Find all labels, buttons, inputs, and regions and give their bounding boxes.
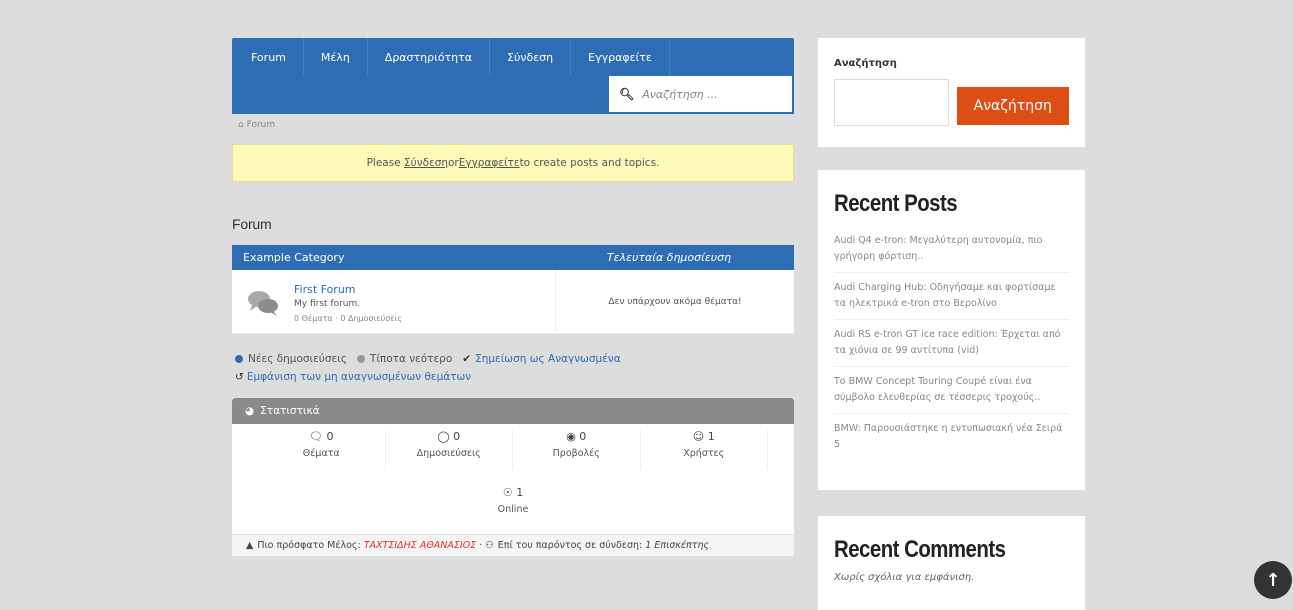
notice-text: to create posts and topics. [519, 157, 660, 169]
stat-value: 0 [453, 430, 461, 443]
nav-item-login[interactable]: Σύνδεση [490, 38, 572, 76]
users-icon: ☺ [692, 430, 705, 443]
forum-main: Forum Μέλη Δραστηριότητα Σύνδεση Εγγραφε… [232, 38, 794, 556]
history-icon: ↺ [235, 371, 244, 383]
breadcrumb: ⌂ Forum [232, 120, 794, 130]
recent-post-link[interactable]: Audi Q4 e-tron: Μεγαλύτερη αυτονομία, πι… [834, 226, 1069, 273]
scroll-to-top-button[interactable]: ↑ [1254, 561, 1292, 599]
topics-icon: 🗨︎ [309, 430, 323, 443]
legend-new-posts: Νέες δημοσιεύσεις [248, 353, 347, 365]
sidebar-search-widget: Αναζήτηση Αναζήτηση [818, 38, 1085, 147]
sidebar-search-button[interactable]: Αναζήτηση [956, 87, 1069, 125]
category-name[interactable]: Example Category [243, 251, 344, 264]
stat-value: 1 [707, 430, 715, 443]
stat-topics: 🗨︎ 0 Θέματα [258, 430, 386, 470]
recent-post-link[interactable]: BMW: Παρουσιάστηκε η εντυπωσιακή νέα Σει… [834, 414, 1069, 460]
stat-label: Χρήστες [683, 448, 725, 459]
nav-item-members[interactable]: Μέλη [304, 38, 368, 76]
recent-posts-title: Recent Posts [834, 190, 958, 217]
notice-register-link[interactable]: Εγγραφείτε [459, 157, 520, 169]
category-header: Example Category Τελευταία δημοσίευση [232, 245, 794, 270]
stat-value: 0 [326, 430, 334, 443]
show-unread-link[interactable]: Εμφάνιση των μη αναγνωσμένων θεμάτων [247, 371, 471, 383]
arrow-up-icon: ↑ [1265, 569, 1281, 591]
sidebar-search-title: Αναζήτηση [834, 58, 897, 69]
forum-row: First Forum My first forum. 0 Θέματα · 0… [232, 270, 794, 334]
lightbulb-icon: ☉ [502, 486, 513, 499]
notice-login-link[interactable]: Σύνδεση [404, 157, 448, 169]
nav-item-activity[interactable]: Δραστηριότητα [368, 38, 491, 76]
page-title: Forum [232, 216, 272, 232]
views-icon: ◉ [566, 430, 576, 443]
forum-bubbles-icon [248, 291, 278, 316]
user-icon: ▲ [246, 540, 254, 551]
search-icon: 🔍︎ [619, 87, 635, 101]
posts-icon: ◯ [437, 430, 450, 443]
sidebar-search-input[interactable] [834, 79, 949, 126]
no-comments-text: Χωρίς σχόλια για εμφάνιση. [834, 572, 975, 583]
statistics-panel: ◕ Στατιστικά 🗨︎ 0 Θέματα ◯ 0 Δημοσιεύσει… [232, 398, 794, 556]
statistics-footer: ▲ Πιο πρόσφατο Μέλος: ΤΑΧΤΣΙΔΗΣ ΑΘΑΝΑΣΙΟ… [232, 534, 794, 556]
search-placeholder: Αναζήτηση ... [642, 87, 718, 101]
forum-link[interactable]: First Forum [294, 283, 356, 296]
stat-users: ☺ 1 Χρήστες [641, 430, 768, 470]
stat-online: ☉ 1 Online [232, 486, 794, 534]
stat-label: Θέματα [302, 448, 340, 459]
stat-value: 1 [516, 486, 524, 499]
nav-item-forum[interactable]: Forum [232, 38, 304, 76]
notice-text: Please [366, 157, 401, 169]
recent-posts-widget: Recent Posts Audi Q4 e-tron: Μεγαλύτερη … [818, 170, 1085, 490]
checkmark-icon: ✔ [462, 353, 472, 365]
pie-chart-icon: ◕ [245, 405, 255, 417]
breadcrumb-forum[interactable]: Forum [247, 120, 276, 130]
forum-navbar: Forum Μέλη Δραστηριότητα Σύνδεση Εγγραφε… [232, 38, 794, 114]
stat-label: Προβολές [552, 448, 600, 459]
mark-read-link[interactable]: Σημείωση ως Αναγνωσμένα [475, 353, 621, 365]
legend-nothing-new: Τίποτα νεότερο [369, 353, 453, 365]
statistics-title: Στατιστικά [260, 405, 320, 417]
forum-last-post: Δεν υπάρχουν ακόμα θέματα! [608, 296, 742, 307]
login-notice: Please Σύνδεση or Εγγραφείτε to create p… [232, 144, 794, 182]
stat-posts: ◯ 0 Δημοσιεύσεις [386, 430, 513, 470]
forum-description: My first forum. [294, 299, 361, 309]
forum-search-input[interactable]: 🔍︎ Αναζήτηση ... [609, 76, 792, 112]
recent-post-link[interactable]: Το BMW Concept Touring Coupé είναι ένα σ… [834, 367, 1069, 414]
recent-post-link[interactable]: Audi Charging Hub: Οδηγήσαμε και φορτίσα… [834, 273, 1069, 320]
forum-legend: Νέες δημοσιεύσεις Τίποτα νεότερο ✔ Σημεί… [232, 350, 794, 386]
stat-value: 0 [579, 430, 587, 443]
notice-text: or [448, 157, 459, 169]
home-icon: ⌂ [238, 120, 244, 130]
users-group-icon: ⚇ [485, 540, 494, 551]
nav-item-register[interactable]: Εγγραφείτε [571, 38, 670, 76]
forum-category: Example Category Τελευταία δημοσίευση Fi… [232, 245, 794, 334]
latest-member-label: Πιο πρόσφατο Μέλος: [257, 540, 361, 551]
stat-label: Online [497, 504, 529, 515]
recent-comments-widget: Recent Comments Χωρίς σχόλια για εμφάνισ… [818, 516, 1085, 610]
latest-member-link[interactable]: ΤΑΧΤΣΙΔΗΣ ΑΘΑΝΑΣΙΟΣ [364, 540, 476, 551]
recent-comments-title: Recent Comments [834, 536, 1006, 563]
statistics-header: ◕ Στατιστικά [232, 398, 794, 424]
online-label: Επί του παρόντος σε σύνδεση: [497, 540, 643, 551]
forum-counts: 0 Θέματα · 0 Δημοσιεύσεις [294, 314, 403, 323]
new-posts-dot-icon [235, 355, 243, 363]
last-post-header: Τελευταία δημοσίευση [606, 251, 732, 264]
recent-post-link[interactable]: Audi RS e-tron GT ice race edition: Έρχε… [834, 320, 1069, 367]
stat-views: ◉ 0 Προβολές [513, 430, 641, 470]
no-new-dot-icon [356, 355, 365, 363]
online-value: 1 Επισκέπτης [645, 540, 710, 551]
stat-label: Δημοσιεύσεις [416, 448, 481, 459]
